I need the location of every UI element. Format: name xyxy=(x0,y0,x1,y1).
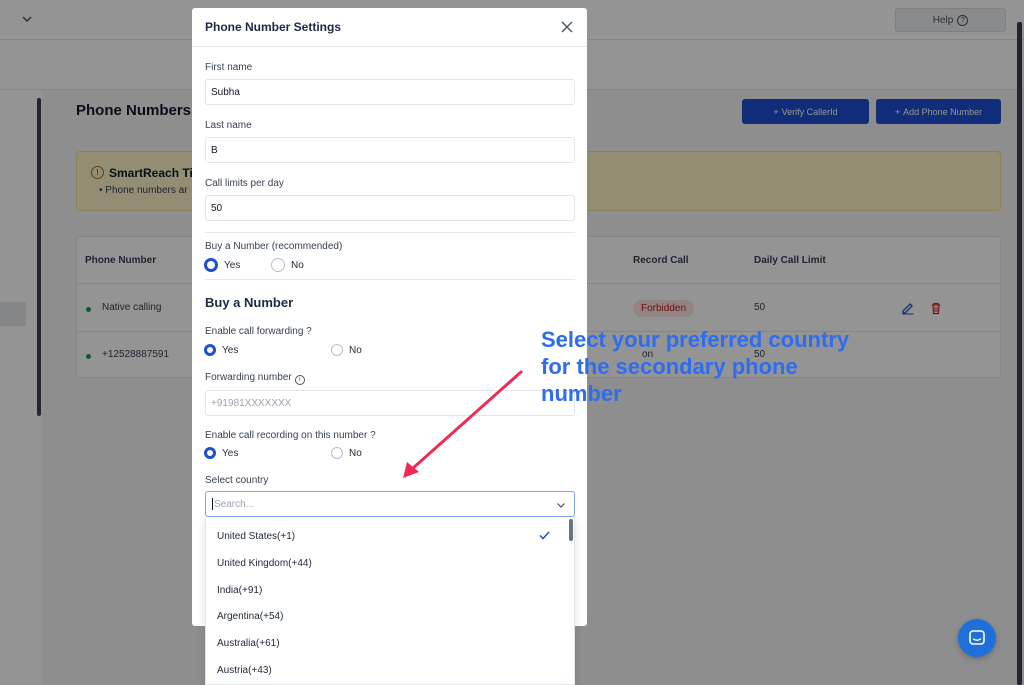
close-icon[interactable] xyxy=(561,21,573,33)
call-forwarding-no-radio[interactable]: No xyxy=(331,344,362,356)
radio-checked-icon xyxy=(204,344,216,356)
chat-icon xyxy=(969,630,985,645)
radio-checked-icon xyxy=(204,447,216,459)
chevron-down-icon[interactable] xyxy=(556,500,566,510)
call-forwarding-label: Enable call forwarding ? xyxy=(205,326,312,337)
dropdown-scrollbar[interactable] xyxy=(569,519,573,541)
last-name-input[interactable]: B xyxy=(205,137,575,163)
buy-number-no-radio[interactable]: No xyxy=(271,258,304,272)
call-forwarding-yes-radio[interactable]: Yes xyxy=(204,344,238,356)
call-recording-no-radio[interactable]: No xyxy=(331,447,362,459)
modal-header: Phone Number Settings xyxy=(192,8,587,47)
text-caret xyxy=(212,498,213,510)
country-option-united-kingdom[interactable]: United Kingdom(+44) xyxy=(206,550,566,576)
divider xyxy=(205,232,575,233)
forwarding-number-label: Forwarding number i xyxy=(205,372,305,385)
info-icon[interactable]: i xyxy=(294,374,305,385)
check-icon xyxy=(539,531,550,540)
country-option-argentina[interactable]: Argentina(+54) xyxy=(206,603,566,629)
chat-launcher-button[interactable] xyxy=(958,619,996,657)
radio-checked-icon xyxy=(204,258,218,272)
modal-title: Phone Number Settings xyxy=(205,20,342,34)
call-limit-input[interactable]: 50 xyxy=(205,195,575,221)
select-country-label: Select country xyxy=(205,475,269,486)
call-recording-yes-radio[interactable]: Yes xyxy=(204,447,238,459)
radio-unchecked-icon xyxy=(331,344,343,356)
radio-unchecked-icon xyxy=(271,258,285,272)
forwarding-number-input[interactable]: +91981XXXXXXX xyxy=(205,390,575,416)
call-recording-label: Enable call recording on this number ? xyxy=(205,430,376,441)
call-limit-label: Call limits per day xyxy=(205,178,284,189)
section-title: Buy a Number xyxy=(205,295,294,310)
country-option-austria[interactable]: Austria(+43) xyxy=(206,657,566,683)
country-option-united-states[interactable]: United States(+1) xyxy=(206,523,566,549)
country-option-india[interactable]: India(+91) xyxy=(206,577,566,603)
last-name-label: Last name xyxy=(205,120,252,131)
buy-number-label: Buy a Number (recommended) xyxy=(205,241,343,252)
first-name-input[interactable]: Subha xyxy=(205,79,575,105)
radio-unchecked-icon xyxy=(331,447,343,459)
divider xyxy=(205,279,575,280)
annotation-callout: Select your preferred country for the se… xyxy=(541,327,850,406)
country-select-search[interactable]: Search... xyxy=(205,491,575,517)
country-dropdown-list: United States(+1) United Kingdom(+44) In… xyxy=(205,517,575,685)
country-option-australia[interactable]: Australia(+61) xyxy=(206,630,566,656)
buy-number-yes-radio[interactable]: Yes xyxy=(204,258,240,272)
first-name-label: First name xyxy=(205,62,253,73)
